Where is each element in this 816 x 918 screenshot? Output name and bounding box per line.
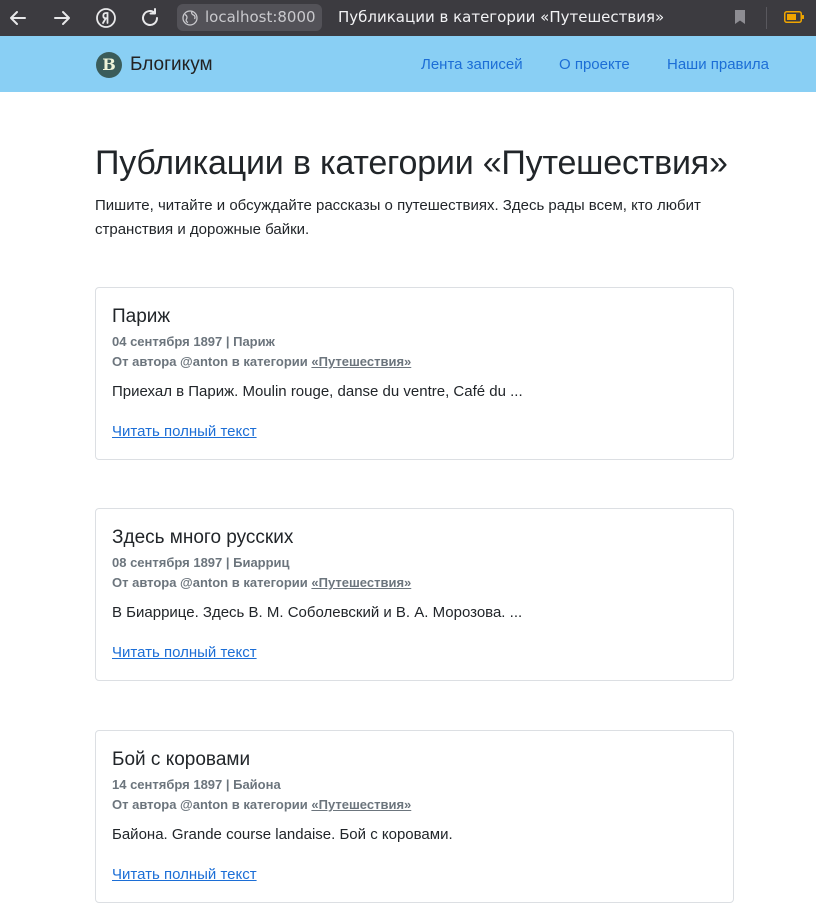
- page-title: Публикации в категории «Путешествия»: [95, 144, 728, 182]
- yandex-icon[interactable]: [94, 6, 118, 30]
- read-more-link[interactable]: Читать полный текст: [112, 644, 257, 661]
- post-category-link[interactable]: «Путешествия»: [311, 797, 411, 812]
- read-more-link[interactable]: Читать полный текст: [112, 423, 257, 440]
- post-author-line: От автора @anton в категории «Путешестви…: [112, 354, 411, 369]
- bookmark-icon[interactable]: [733, 9, 747, 25]
- post-author: От автора @anton в категории: [112, 354, 308, 369]
- post-date-location: 08 сентября 1897 | Биарриц: [112, 555, 290, 570]
- address-bar[interactable]: localhost:8000: [177, 4, 322, 31]
- post-title: Париж: [112, 306, 171, 327]
- post-card: Бой с коровами 14 сентября 1897 | Байона…: [95, 730, 734, 903]
- url-text: localhost:8000: [205, 8, 316, 26]
- post-title: Бой с коровами: [112, 749, 251, 770]
- forward-arrow-icon[interactable]: [50, 6, 74, 30]
- post-author: От автора @anton в категории: [112, 575, 308, 590]
- read-more-link[interactable]: Читать полный текст: [112, 866, 257, 883]
- logo-icon[interactable]: В: [96, 52, 122, 78]
- post-author-line: От автора @anton в категории «Путешестви…: [112, 797, 411, 812]
- post-date-location: 04 сентября 1897 | Париж: [112, 334, 275, 349]
- post-title: Здесь много русских: [112, 527, 294, 548]
- back-arrow-icon[interactable]: [6, 6, 30, 30]
- post-date-location: 14 сентября 1897 | Байона: [112, 777, 281, 792]
- site-navbar: В Блогикум Лента записей О проекте Наши …: [0, 36, 816, 92]
- post-category-link[interactable]: «Путешествия»: [311, 354, 411, 369]
- brand-name[interactable]: Блогикум: [130, 54, 213, 76]
- post-card: Париж 04 сентября 1897 | Париж От автора…: [95, 287, 734, 460]
- toolbar-divider: [766, 7, 767, 29]
- post-category-link[interactable]: «Путешествия»: [311, 575, 411, 590]
- post-author-line: От автора @anton в категории «Путешестви…: [112, 575, 411, 590]
- battery-icon: [784, 11, 804, 23]
- site-info-icon[interactable]: [181, 9, 199, 27]
- menu-link-rules[interactable]: Наши правила: [667, 56, 769, 73]
- page-description: Пишите, читайте и обсуждайте рассказы о …: [95, 197, 701, 238]
- browser-toolbar: localhost:8000 Публикации в категории «П…: [0, 0, 816, 36]
- reload-icon[interactable]: [138, 6, 162, 30]
- tab-title: Публикации в категории «Путешествия»: [338, 8, 665, 26]
- post-excerpt: В Биаррице. Здесь В. М. Соболевский и В.…: [112, 604, 523, 621]
- post-excerpt: Приехал в Париж. Moulin rouge, danse du …: [112, 383, 523, 400]
- menu-link-about[interactable]: О проекте: [559, 56, 630, 73]
- post-excerpt: Байона. Grande course landaise. Бой с ко…: [112, 826, 453, 843]
- post-card: Здесь много русских 08 сентября 1897 | Б…: [95, 508, 734, 681]
- menu-link-feed[interactable]: Лента записей: [421, 56, 523, 73]
- post-author: От автора @anton в категории: [112, 797, 308, 812]
